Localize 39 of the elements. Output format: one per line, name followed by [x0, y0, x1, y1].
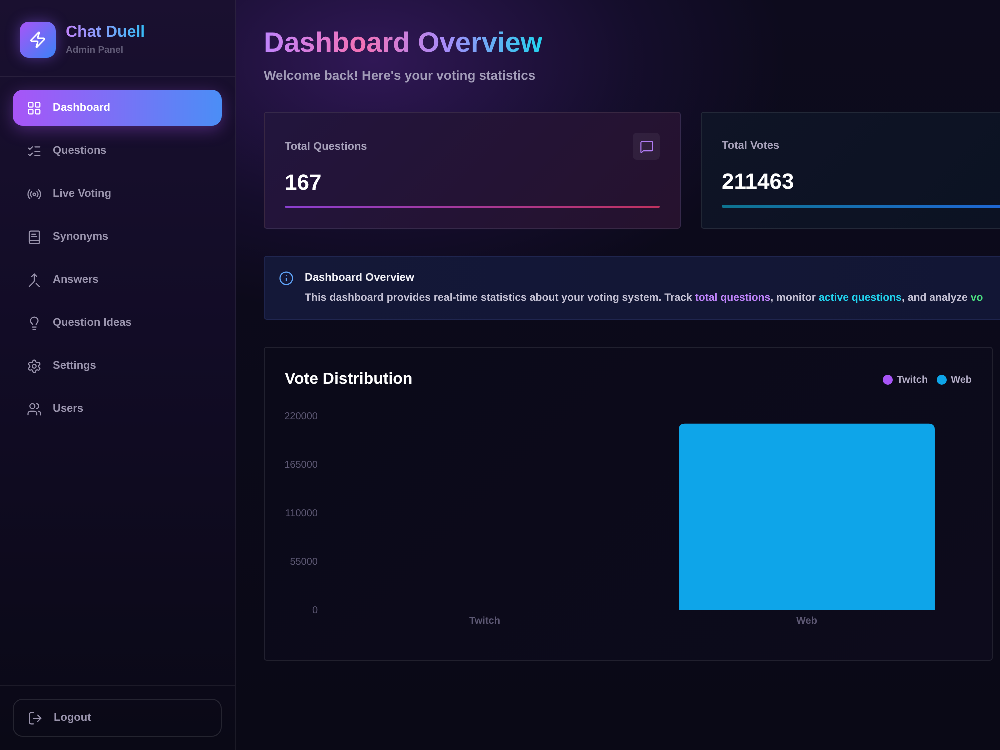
y-axis-label: 165000	[285, 460, 318, 471]
nav-item[interactable]: Synonyms	[13, 219, 222, 255]
stat-value: 167	[285, 170, 322, 196]
brand-subtitle: Admin Panel	[66, 45, 125, 57]
page-subtitle: Welcome back! Here's your voting statistics	[264, 68, 536, 84]
banner-text: This dashboard provides real-time statistics about your voting system. Track total questions, monitor active questions, and analyze vo	[305, 291, 984, 306]
nav-item[interactable]: Users	[13, 391, 222, 427]
nav-item[interactable]: Dashboard	[13, 90, 222, 126]
x-axis-label: Web	[796, 616, 818, 627]
y-axis-label: 110000	[285, 508, 318, 520]
stat-value: 211463	[722, 169, 794, 196]
lightning-logo-icon	[20, 22, 56, 58]
nav-item[interactable]: Answers	[13, 262, 222, 298]
logout-icon	[28, 710, 43, 726]
legend-label: Web	[951, 374, 972, 386]
settings-icon	[27, 358, 42, 374]
chat-bubble-icon	[633, 133, 660, 160]
broadcast-icon	[27, 186, 42, 202]
users-icon	[27, 402, 42, 416]
nav-item[interactable]: Questions	[13, 133, 222, 169]
nav-item[interactable]: Settings	[13, 348, 222, 384]
checklist-icon	[27, 144, 42, 158]
y-axis-label: 0	[312, 606, 318, 616]
logout-button[interactable]: Logout	[13, 699, 222, 737]
banner-title: Dashboard Overview	[305, 271, 414, 286]
lightbulb-icon	[27, 316, 42, 330]
nav-item[interactable]: Live Voting	[13, 176, 222, 212]
stat-label: Total Votes	[722, 140, 780, 152]
y-axis-label: 55000	[290, 557, 318, 568]
stat-label: Total Questions	[285, 140, 368, 152]
chart-title: Vote Distribution	[285, 371, 413, 389]
y-axis-label: 220000	[285, 412, 318, 422]
grid-icon	[27, 100, 42, 116]
x-axis-label: Twitch	[470, 616, 500, 627]
merge-arrow-icon	[27, 272, 42, 288]
book-icon	[27, 230, 42, 244]
legend-label: Twitch	[897, 374, 928, 386]
info-icon	[279, 271, 294, 286]
nav-item[interactable]: Question Ideas	[13, 305, 222, 341]
